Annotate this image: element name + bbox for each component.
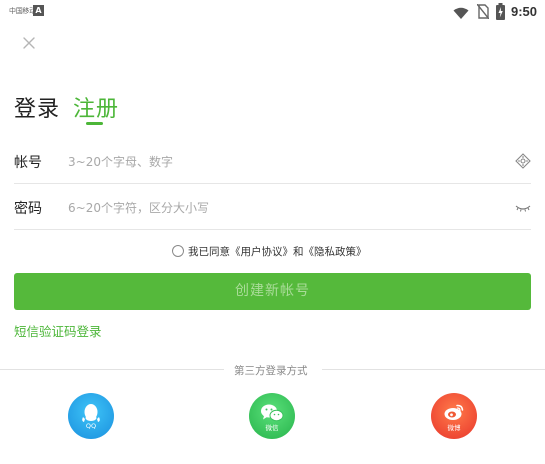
weibo-label: 微博 (447, 424, 461, 432)
agreement-checkbox[interactable]: 我已同意《用户协议》和《隐私政策》 (172, 243, 367, 259)
divider-right (322, 369, 545, 370)
agreement-text[interactable]: 我已同意《用户协议》和《隐私政策》 (188, 244, 367, 259)
wifi-icon (453, 5, 469, 24)
sms-login-link[interactable]: 短信验证码登录 (14, 321, 102, 340)
wechat-label: 微信 (265, 424, 279, 432)
account-label: 帐号 (14, 155, 42, 171)
carrier-label: 中国移动 (9, 7, 36, 15)
tab-register[interactable]: 注册 (73, 91, 119, 123)
tab-login[interactable]: 登录 (14, 91, 60, 123)
divider-left (0, 369, 224, 370)
qq-login-button[interactable]: QQ (68, 393, 114, 439)
agreement-radio-icon[interactable] (172, 245, 184, 257)
password-label: 密码 (14, 201, 42, 217)
tab-active-indicator (86, 122, 103, 125)
weibo-icon (444, 404, 464, 420)
no-sim-icon (476, 3, 490, 23)
close-icon[interactable] (21, 35, 37, 51)
clock: 9:50 (511, 4, 538, 19)
account-input[interactable] (68, 151, 488, 173)
password-input[interactable] (68, 197, 488, 219)
account-row: 帐号 (14, 139, 531, 184)
create-account-button[interactable]: 创建新帐号 (14, 273, 531, 310)
notification-a-icon: A (33, 5, 44, 16)
password-row: 密码 (14, 185, 531, 230)
wechat-icon (261, 404, 284, 422)
qq-penguin-icon (82, 404, 100, 422)
status-bar: 中国移动 A 9:50 (0, 0, 545, 24)
qq-label: QQ (85, 422, 97, 430)
eye-closed-icon[interactable] (515, 199, 531, 218)
move-cross-icon[interactable] (515, 153, 531, 173)
third-party-title: 第三方登录方式 (234, 365, 308, 377)
wechat-login-button[interactable]: 微信 (249, 393, 295, 439)
weibo-login-button[interactable]: 微博 (431, 393, 477, 439)
battery-icon (496, 3, 505, 24)
